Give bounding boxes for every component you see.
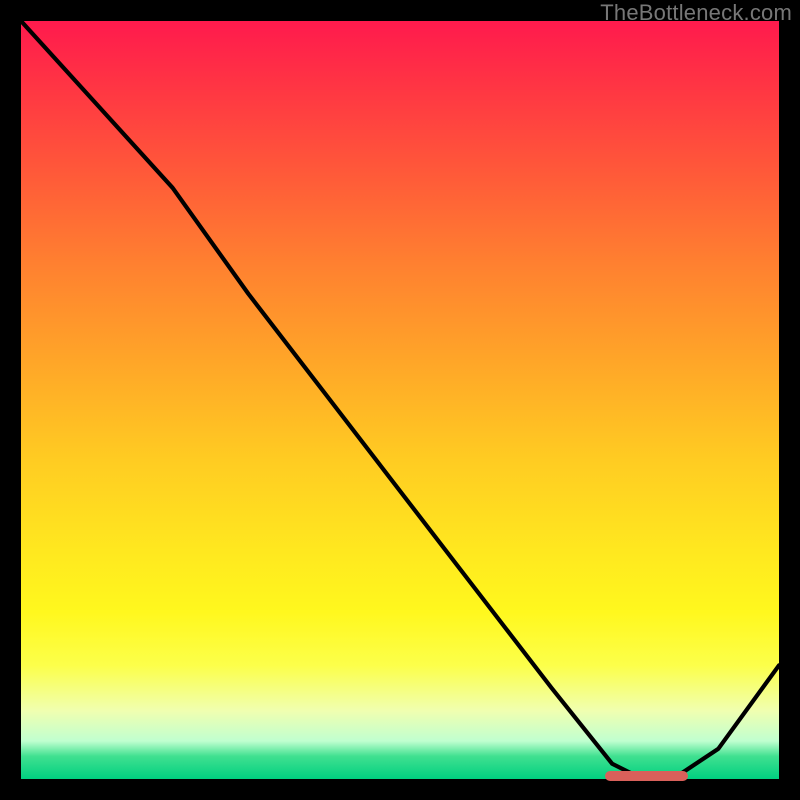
bottleneck-curve — [21, 21, 779, 779]
curve-path — [21, 21, 779, 779]
optimal-range-marker — [605, 771, 688, 781]
watermark-text: TheBottleneck.com — [600, 0, 792, 26]
